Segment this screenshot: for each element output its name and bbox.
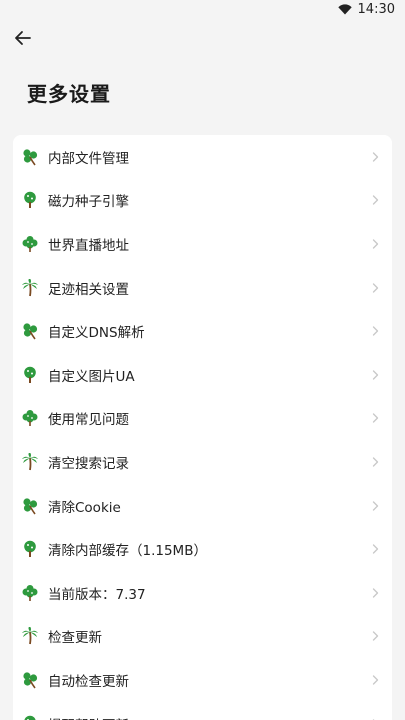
- chevron-right-icon: [370, 370, 380, 380]
- settings-row-label: 自动检查更新: [48, 673, 129, 690]
- tree-icon: [20, 539, 40, 559]
- tree-icon: [20, 365, 40, 385]
- bush-icon: [20, 583, 40, 603]
- chevron-right-icon: [370, 152, 380, 162]
- bush-icon: [20, 234, 40, 254]
- settings-row[interactable]: 自定义图片UA: [13, 353, 392, 397]
- settings-row[interactable]: 磁力种子引擎: [13, 179, 392, 223]
- palm-tree-icon: [20, 626, 40, 646]
- clover-icon: [20, 670, 40, 690]
- arrow-left-icon: [14, 30, 32, 50]
- settings-row-label: 当前版本：7.37: [48, 586, 146, 603]
- chevron-right-icon: [370, 195, 380, 206]
- status-icons: 14:30: [337, 2, 395, 17]
- chevron-right-icon: [370, 282, 380, 293]
- settings-row[interactable]: 使用常见问题: [13, 397, 392, 441]
- settings-row-label: 使用常见问题: [48, 412, 129, 429]
- chevron-right-icon: [370, 326, 380, 336]
- settings-row[interactable]: 当前版本：7.37: [13, 571, 392, 615]
- chevron-right-icon: [370, 631, 380, 641]
- settings-card: 内部文件管理 磁力种子引擎 世界直播地址 足迹相关设置 自定义DNS解析 自定义图片UA 使…: [13, 135, 392, 720]
- settings-row-label: 自定义图片UA: [48, 368, 135, 385]
- settings-row[interactable]: 清除Cookie: [13, 484, 392, 528]
- settings-row-label: 清除内部缓存（1.15MB）: [48, 543, 207, 560]
- chevron-right-icon: [370, 675, 380, 685]
- settings-row-label: 自定义DNS解析: [48, 325, 145, 342]
- settings-row-label: 磁力种子引擎: [48, 194, 129, 211]
- chevron-right-icon: [370, 544, 380, 554]
- bush-icon: [20, 408, 40, 428]
- settings-row[interactable]: 世界直播地址: [13, 222, 392, 266]
- settings-row[interactable]: 足迹相关设置: [13, 266, 392, 310]
- settings-row-label: 清空搜索记录: [48, 455, 129, 472]
- settings-row-label: 内部文件管理: [48, 150, 129, 167]
- chevron-right-icon: [370, 500, 380, 511]
- settings-row[interactable]: 自动检查更新: [13, 658, 392, 702]
- chevron-right-icon: [370, 588, 380, 598]
- settings-row-label: 世界直播地址: [48, 237, 129, 254]
- settings-row[interactable]: 自定义DNS解析: [13, 309, 392, 353]
- settings-row[interactable]: 提醒帮助更新: [13, 702, 392, 720]
- status-bar: 14:30: [0, 0, 405, 22]
- settings-page: 14:30 更多设置 内部文件管理 磁力种子引擎 世界直播地址 足迹相关设置 自定义DN…: [0, 0, 405, 720]
- settings-row-label: 足迹相关设置: [48, 281, 129, 298]
- settings-row-label: 清除Cookie: [48, 499, 121, 516]
- wifi-icon: [337, 4, 352, 15]
- clover-icon: [20, 147, 40, 167]
- tree-icon: [20, 714, 40, 720]
- settings-row-label: 提醒帮助更新: [48, 714, 370, 720]
- back-button[interactable]: [10, 27, 36, 53]
- page-title: 更多设置: [27, 82, 111, 106]
- palm-tree-icon: [20, 452, 40, 472]
- tree-icon: [20, 190, 40, 210]
- clover-icon: [20, 496, 40, 516]
- chevron-right-icon: [370, 239, 380, 249]
- settings-row[interactable]: 清空搜索记录: [13, 440, 392, 484]
- settings-list: 内部文件管理 磁力种子引擎 世界直播地址 足迹相关设置 自定义DNS解析 自定义图片UA 使…: [13, 135, 392, 720]
- settings-row-label: 检查更新: [48, 630, 102, 647]
- settings-row[interactable]: 清除内部缓存（1.15MB）: [13, 527, 392, 571]
- settings-row[interactable]: 检查更新: [13, 615, 392, 659]
- clover-icon: [20, 321, 40, 341]
- status-time: 14:30: [357, 2, 395, 17]
- settings-row[interactable]: 内部文件管理: [13, 135, 392, 179]
- chevron-right-icon: [370, 457, 380, 467]
- palm-tree-icon: [20, 278, 40, 298]
- chevron-right-icon: [370, 413, 380, 424]
